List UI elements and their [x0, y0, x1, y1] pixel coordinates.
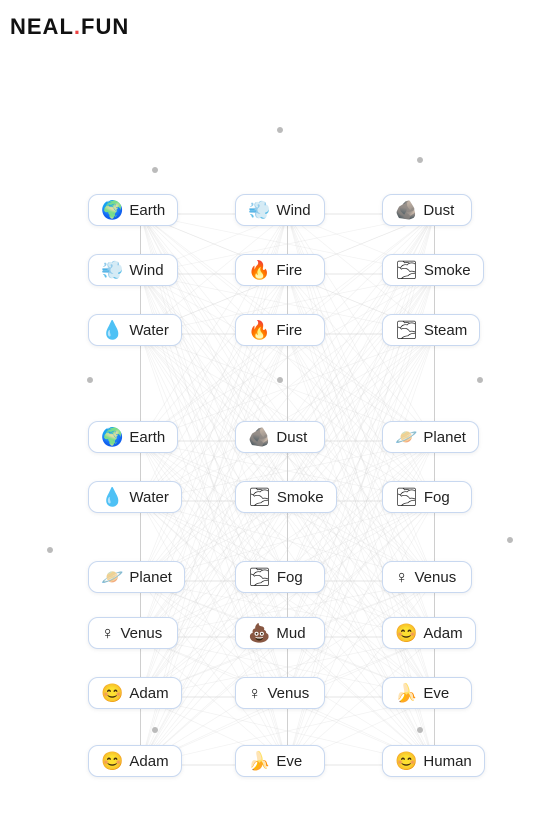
- node-venus[interactable]: ♀ Venus: [382, 561, 472, 593]
- connector-dot: [152, 727, 158, 733]
- connector-dot: [47, 547, 53, 553]
- steam-label: Steam: [424, 322, 467, 339]
- connector-dot: [152, 167, 158, 173]
- node-fog[interactable]: 🌫 Fog: [382, 481, 472, 513]
- fog-label: Fog: [424, 489, 450, 506]
- node-adam[interactable]: 😊 Adam: [382, 617, 476, 649]
- wind-label: Wind: [129, 262, 163, 279]
- fog-icon: 🌫: [248, 568, 271, 586]
- planet-icon: 🪐: [101, 568, 123, 586]
- node-earth[interactable]: 🌍 Earth: [88, 421, 178, 453]
- node-human[interactable]: 😊 Human: [382, 745, 485, 777]
- dust-label: Dust: [276, 429, 307, 446]
- node-fire[interactable]: 🔥 Fire: [235, 314, 325, 346]
- wind-icon: 💨: [248, 201, 270, 219]
- node-water[interactable]: 💧 Water: [88, 481, 182, 513]
- venus-icon: ♀: [395, 568, 409, 586]
- planet-label: Planet: [129, 569, 172, 586]
- earth-icon: 🌍: [101, 428, 123, 446]
- node-earth[interactable]: 🌍 Earth: [88, 194, 178, 226]
- node-eve[interactable]: 🍌 Eve: [382, 677, 472, 709]
- fog-icon: 🌫: [395, 488, 418, 506]
- node-venus[interactable]: ♀ Venus: [88, 617, 178, 649]
- venus-label: Venus: [268, 685, 310, 702]
- planet-label: Planet: [423, 429, 466, 446]
- node-planet[interactable]: 🪐 Planet: [382, 421, 479, 453]
- connector-dot: [87, 377, 93, 383]
- fire-label: Fire: [276, 322, 302, 339]
- node-dust[interactable]: 🪨 Dust: [235, 421, 325, 453]
- dust-icon: 🪨: [395, 201, 417, 219]
- fire-icon: 🔥: [248, 321, 270, 339]
- node-water[interactable]: 💧 Water: [88, 314, 182, 346]
- node-dust[interactable]: 🪨 Dust: [382, 194, 472, 226]
- water-label: Water: [129, 489, 168, 506]
- smoke-label: Smoke: [277, 489, 324, 506]
- mud-label: Mud: [276, 625, 305, 642]
- water-label: Water: [129, 322, 168, 339]
- connector-dot: [477, 377, 483, 383]
- earth-label: Earth: [129, 429, 165, 446]
- dust-icon: 🪨: [248, 428, 270, 446]
- node-smoke[interactable]: 🌫 Smoke: [235, 481, 337, 513]
- adam-label: Adam: [423, 625, 462, 642]
- node-fog[interactable]: 🌫 Fog: [235, 561, 325, 593]
- water-icon: 💧: [101, 488, 123, 506]
- smoke-icon: 🌫: [248, 488, 271, 506]
- adam-label: Adam: [129, 753, 168, 770]
- human-icon: 😊: [395, 752, 417, 770]
- connector-dot: [277, 377, 283, 383]
- venus-icon: ♀: [101, 624, 115, 642]
- nodes-container: 🌍 Earth 💨 Wind 🪨 Dust 💨 Wind 🔥 Fire 🌫 Smoke 💧 Water 🔥 F…: [0, 0, 559, 825]
- fire-icon: 🔥: [248, 261, 270, 279]
- steam-icon: 🌫: [395, 321, 418, 339]
- adam-icon: 😊: [101, 752, 123, 770]
- fog-label: Fog: [277, 569, 303, 586]
- node-fire[interactable]: 🔥 Fire: [235, 254, 325, 286]
- wind-icon: 💨: [101, 261, 123, 279]
- eve-icon: 🍌: [395, 684, 417, 702]
- dust-label: Dust: [423, 202, 454, 219]
- mud-icon: 💩: [248, 624, 270, 642]
- adam-icon: 😊: [101, 684, 123, 702]
- node-steam[interactable]: 🌫 Steam: [382, 314, 480, 346]
- eve-icon: 🍌: [248, 752, 270, 770]
- earth-label: Earth: [129, 202, 165, 219]
- planet-icon: 🪐: [395, 428, 417, 446]
- site-logo: NEAL.FUN: [10, 14, 129, 40]
- connector-dot: [417, 157, 423, 163]
- node-wind[interactable]: 💨 Wind: [235, 194, 325, 226]
- node-smoke[interactable]: 🌫 Smoke: [382, 254, 484, 286]
- venus-label: Venus: [415, 569, 457, 586]
- smoke-icon: 🌫: [395, 261, 418, 279]
- human-label: Human: [423, 753, 471, 770]
- venus-icon: ♀: [248, 684, 262, 702]
- node-mud[interactable]: 💩 Mud: [235, 617, 325, 649]
- connector-dot: [277, 127, 283, 133]
- smoke-label: Smoke: [424, 262, 471, 279]
- wind-label: Wind: [276, 202, 310, 219]
- node-planet[interactable]: 🪐 Planet: [88, 561, 185, 593]
- node-venus[interactable]: ♀ Venus: [235, 677, 325, 709]
- venus-label: Venus: [121, 625, 163, 642]
- eve-label: Eve: [423, 685, 449, 702]
- node-eve[interactable]: 🍌 Eve: [235, 745, 325, 777]
- earth-icon: 🌍: [101, 201, 123, 219]
- node-wind[interactable]: 💨 Wind: [88, 254, 178, 286]
- water-icon: 💧: [101, 321, 123, 339]
- connector-dot: [417, 727, 423, 733]
- fire-label: Fire: [276, 262, 302, 279]
- adam-label: Adam: [129, 685, 168, 702]
- connector-dot: [507, 537, 513, 543]
- eve-label: Eve: [276, 753, 302, 770]
- node-adam[interactable]: 😊 Adam: [88, 677, 182, 709]
- node-adam[interactable]: 😊 Adam: [88, 745, 182, 777]
- adam-icon: 😊: [395, 624, 417, 642]
